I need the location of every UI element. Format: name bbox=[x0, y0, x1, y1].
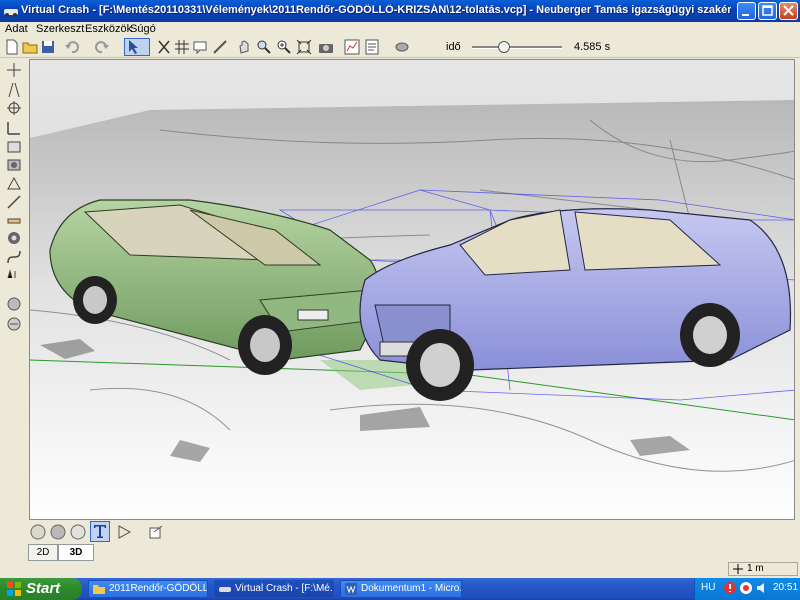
road-icon[interactable] bbox=[6, 82, 22, 98]
taskbar-item-folder[interactable]: 2011Rendőr-GÖDÖLLŐ-... bbox=[88, 580, 208, 598]
time-slider-thumb[interactable] bbox=[497, 40, 511, 54]
antivirus-icon[interactable] bbox=[739, 581, 753, 595]
sphere-alt-icon[interactable] bbox=[6, 316, 22, 332]
undo-icon[interactable] bbox=[64, 39, 80, 55]
open-icon[interactable] bbox=[22, 39, 38, 55]
close-button[interactable] bbox=[779, 2, 798, 20]
line-icon[interactable] bbox=[6, 194, 22, 210]
grid-icon[interactable] bbox=[174, 39, 190, 55]
triangle-icon[interactable] bbox=[6, 175, 22, 191]
comment-icon[interactable] bbox=[192, 39, 208, 55]
volume-icon[interactable] bbox=[755, 581, 769, 595]
left-toolbar bbox=[0, 58, 28, 520]
start-label: Start bbox=[26, 580, 61, 597]
tab-2d[interactable]: 2D bbox=[28, 544, 58, 561]
report-icon[interactable] bbox=[364, 39, 380, 55]
camera-icon[interactable] bbox=[318, 39, 334, 55]
save-icon[interactable] bbox=[40, 39, 56, 55]
text-icon[interactable] bbox=[6, 266, 22, 282]
system-tray: HU 20:51 bbox=[694, 578, 800, 600]
play-icon[interactable] bbox=[116, 524, 132, 540]
image-icon[interactable] bbox=[6, 139, 22, 155]
ruler-icon[interactable] bbox=[6, 213, 22, 229]
target-icon[interactable] bbox=[6, 100, 22, 116]
bottom-toolbar bbox=[28, 520, 800, 544]
restore-icon bbox=[762, 5, 773, 16]
sphere-icon[interactable] bbox=[6, 296, 22, 312]
time-slider-track[interactable] bbox=[472, 46, 562, 49]
maximize-button[interactable] bbox=[758, 2, 777, 20]
curve-icon[interactable] bbox=[6, 249, 22, 265]
sphere-wire-icon[interactable] bbox=[70, 524, 86, 540]
time-label: idő bbox=[446, 41, 461, 53]
security-icon[interactable] bbox=[723, 581, 737, 595]
tab-3d[interactable]: 3D bbox=[58, 544, 94, 561]
sphere-flat-icon[interactable] bbox=[30, 524, 46, 540]
angle-icon[interactable] bbox=[6, 120, 22, 136]
app-icon bbox=[4, 9, 18, 17]
toolbar: idő 4.585 s bbox=[0, 38, 800, 58]
cut-icon[interactable] bbox=[156, 39, 172, 55]
render-icon[interactable] bbox=[394, 39, 410, 55]
time-value: 4.585 s bbox=[574, 41, 611, 53]
select-arrow-icon bbox=[129, 40, 138, 54]
sphere-shaded-icon[interactable] bbox=[50, 524, 66, 540]
new-icon[interactable] bbox=[4, 39, 20, 55]
redo-icon[interactable] bbox=[94, 39, 110, 55]
photo-icon[interactable] bbox=[6, 157, 22, 173]
minimize-button[interactable] bbox=[737, 2, 756, 20]
wheel-icon[interactable] bbox=[6, 230, 22, 246]
taskbar-item-virtual-crash[interactable]: Virtual Crash - [F:\Mé... bbox=[214, 580, 334, 598]
crash-scene-render bbox=[30, 60, 794, 519]
start-button[interactable]: Start bbox=[0, 578, 82, 600]
scene-viewport[interactable] bbox=[29, 59, 795, 520]
select-tool-button[interactable] bbox=[124, 38, 150, 56]
menu-adat[interactable]: Adat bbox=[5, 23, 28, 35]
menu-szerkeszt[interactable]: Szerkeszt bbox=[36, 23, 84, 35]
close-icon bbox=[783, 5, 794, 16]
chart-icon[interactable] bbox=[344, 39, 360, 55]
clock: 20:51 bbox=[773, 582, 799, 593]
view-tabs: 2D 3D bbox=[0, 544, 800, 561]
zoom-window-icon[interactable] bbox=[276, 39, 292, 55]
menu-bar: Adat Szerkeszt Eszközök Súgó bbox=[0, 22, 800, 38]
hand-icon[interactable] bbox=[236, 39, 252, 55]
axis-icon[interactable] bbox=[6, 62, 22, 78]
taskbar: Start 2011Rendőr-GÖDÖLLŐ-... Virtual Cra… bbox=[0, 578, 800, 600]
word-icon bbox=[345, 583, 357, 595]
fit-icon[interactable] bbox=[296, 39, 312, 55]
scale-label: 1 m bbox=[747, 563, 764, 574]
window-title: Virtual Crash - [F:\Mentés20110331\Vélem… bbox=[21, 4, 731, 16]
taskbar-item-word[interactable]: Dokumentum1 - Micro... bbox=[340, 580, 462, 598]
scale-indicator: 1 m bbox=[728, 562, 798, 576]
language-indicator[interactable]: HU bbox=[701, 582, 715, 593]
windows-logo-icon bbox=[7, 582, 21, 596]
zoom-icon[interactable] bbox=[256, 39, 272, 55]
text-tool-button[interactable] bbox=[90, 521, 110, 542]
title-bar: Virtual Crash - [F:\Mentés20110331\Vélem… bbox=[0, 0, 800, 22]
measure-icon[interactable] bbox=[212, 39, 228, 55]
virtual-crash-icon bbox=[219, 587, 231, 592]
crosshair-icon bbox=[733, 564, 743, 574]
status-bar: 1 m bbox=[0, 561, 800, 578]
minimize-icon bbox=[742, 14, 749, 16]
menu-sugo[interactable]: Súgó bbox=[130, 23, 156, 35]
export-icon[interactable] bbox=[148, 524, 164, 540]
menu-eszkozok[interactable]: Eszközök bbox=[85, 23, 132, 35]
folder-icon bbox=[93, 585, 105, 594]
text-tool-icon bbox=[94, 525, 106, 538]
